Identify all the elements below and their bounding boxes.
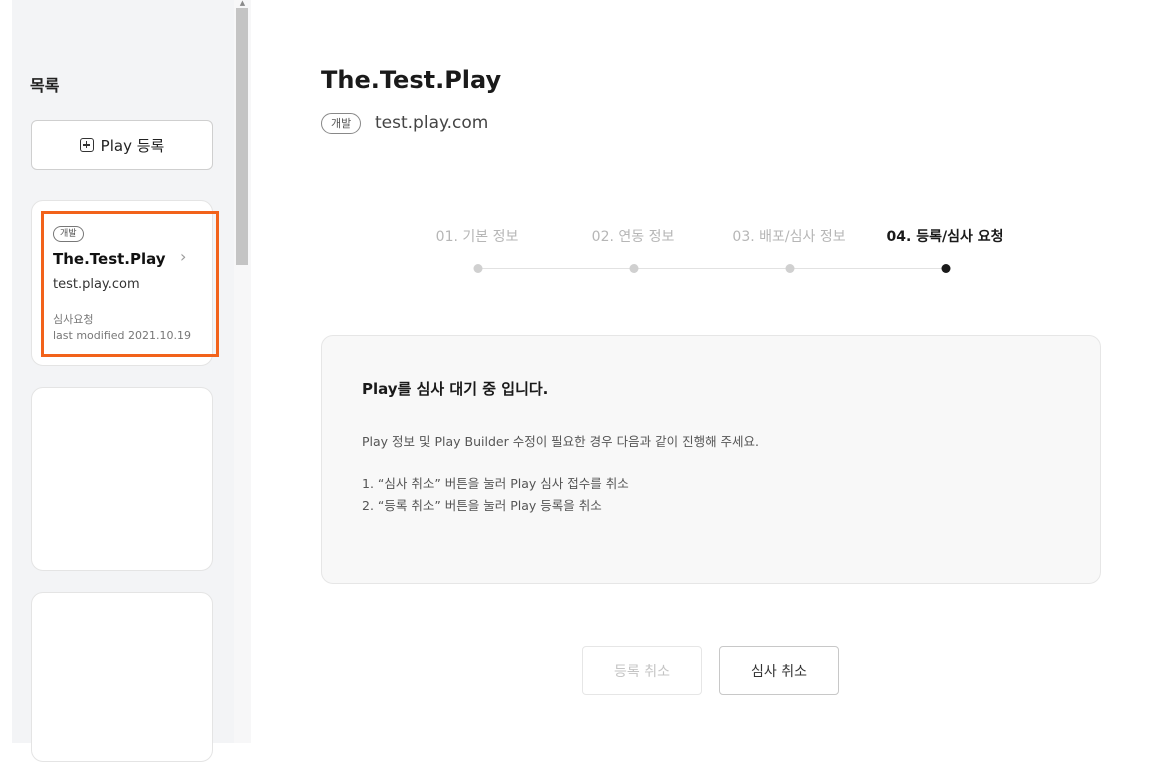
step-3-dot <box>785 264 795 273</box>
notice-description: Play 정보 및 Play Builder 수정이 필요한 경우 다음과 같이… <box>362 434 760 449</box>
step-3-label[interactable]: 03. 배포/심사 정보 <box>732 226 845 246</box>
chevron-right-icon[interactable]: › <box>180 247 186 266</box>
notice-step-1: 1. “심사 취소” 버튼을 눌러 Play 심사 접수를 취소 <box>362 476 629 491</box>
cancel-review-button[interactable]: 심사 취소 <box>719 646 839 695</box>
cancel-registration-button[interactable]: 등록 취소 <box>582 646 702 695</box>
add-play-button[interactable]: Play 등록 <box>31 120 213 170</box>
step-2-dot <box>629 264 639 273</box>
step-1-label[interactable]: 01. 기본 정보 <box>436 226 519 246</box>
card-status: 심사요청 <box>53 313 94 326</box>
step-4-dot <box>941 264 951 273</box>
card-env-badge: 개발 <box>53 226 84 242</box>
sidebar-scrollbar[interactable]: ▲ <box>234 0 251 743</box>
notice-heading: Play를 심사 대기 중 입니다. <box>362 380 549 398</box>
scroll-thumb[interactable] <box>236 8 248 265</box>
scroll-up-icon[interactable]: ▲ <box>237 0 248 7</box>
step-2-label[interactable]: 02. 연동 정보 <box>592 226 675 246</box>
empty-card[interactable] <box>31 592 213 762</box>
notice-box <box>321 335 1101 584</box>
empty-card[interactable] <box>31 387 213 571</box>
card-play-url: test.play.com <box>53 277 140 292</box>
plus-square-icon <box>79 138 94 152</box>
card-last-modified: last modified 2021.10.19 <box>53 329 191 342</box>
page-title: The.Test.Play <box>321 66 502 94</box>
stepper-track <box>478 268 946 269</box>
add-play-label: Play 등록 <box>100 136 165 155</box>
sidebar-title: 목록 <box>30 76 60 95</box>
env-badge: 개발 <box>321 113 362 134</box>
step-1-dot <box>473 264 483 273</box>
notice-step-2: 2. “등록 취소” 버튼을 눌러 Play 등록을 취소 <box>362 498 602 513</box>
card-play-name: The.Test.Play <box>53 250 166 268</box>
step-4-label[interactable]: 04. 등록/심사 요청 <box>887 226 1004 246</box>
play-url: test.play.com <box>375 113 489 133</box>
